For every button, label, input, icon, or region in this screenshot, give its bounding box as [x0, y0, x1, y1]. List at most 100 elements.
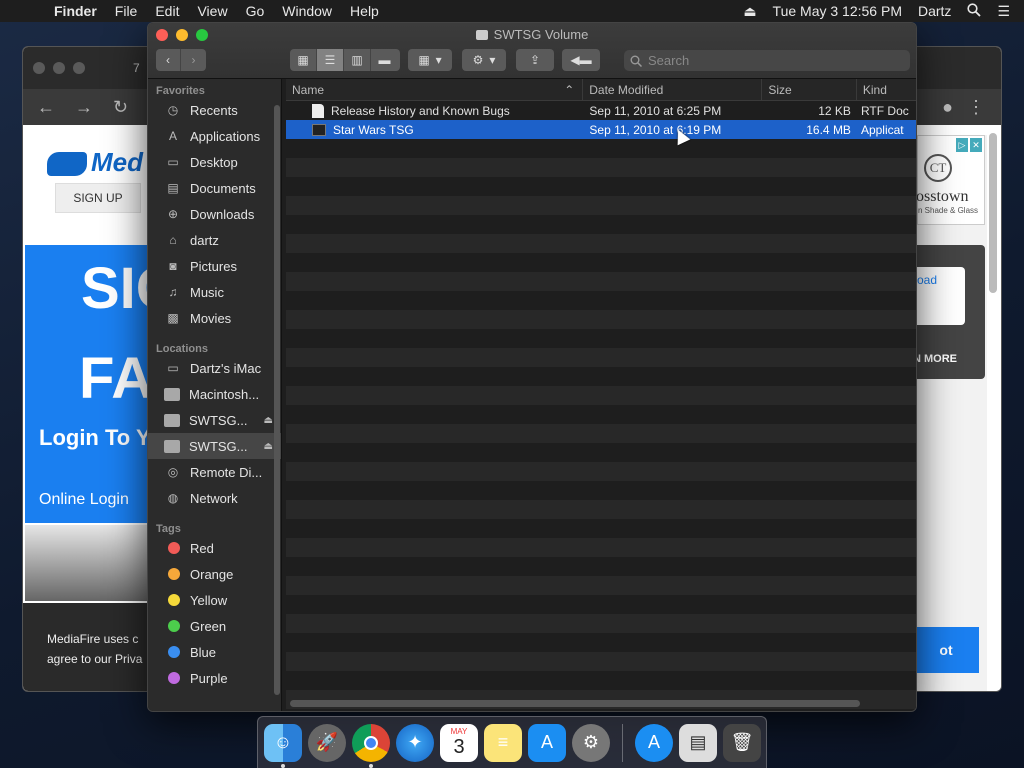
chrome-dock-icon[interactable]: [352, 723, 390, 768]
tag-dot-icon: [168, 646, 180, 658]
menu-app-finder[interactable]: Finder: [54, 3, 97, 19]
menu-view[interactable]: View: [197, 3, 227, 19]
empty-row: [286, 234, 916, 253]
sidebar-item-desktop[interactable]: ▭ Desktop: [148, 149, 281, 175]
file-row[interactable]: Release History and Known Bugs Sep 11, 2…: [286, 101, 916, 120]
learn-more-link[interactable]: N MORE: [913, 353, 957, 365]
download-link[interactable]: oad: [913, 267, 965, 325]
more-menu-icon[interactable]: ⋮: [967, 97, 985, 118]
group-by-button[interactable]: ▦ ▾: [408, 49, 452, 71]
app-store-dock-icon[interactable]: A: [528, 723, 566, 762]
trash-dock-icon[interactable]: 🗑: [723, 723, 761, 762]
menu-window[interactable]: Window: [282, 3, 332, 19]
tag-dot-icon: [168, 620, 180, 632]
calendar-day: 3: [453, 735, 465, 758]
column-date-modified[interactable]: Date Modified: [583, 79, 763, 101]
menu-go[interactable]: Go: [246, 3, 265, 19]
chevron-down-icon: ▾: [489, 53, 496, 67]
sidebar-item-music[interactable]: ♫ Music: [148, 279, 281, 305]
accept-button[interactable]: ot: [913, 627, 979, 673]
sidebar-item-swtsg-2[interactable]: SWTSG... ⏏: [148, 433, 281, 459]
sidebar-item-documents[interactable]: ▤ Documents: [148, 175, 281, 201]
sidebar-tag-green[interactable]: Green: [148, 613, 281, 639]
forward-arrow-icon[interactable]: →: [75, 97, 93, 118]
calendar-dock-icon[interactable]: MAY 3: [440, 723, 478, 762]
eject-icon[interactable]: ⏏: [264, 415, 273, 426]
sidebar-item-applications[interactable]: A Applications: [148, 123, 281, 149]
sidebar-item-macintosh-hd[interactable]: Macintosh...: [148, 381, 281, 407]
list-view-icon[interactable]: ☰: [317, 49, 344, 71]
search-input[interactable]: [648, 53, 888, 68]
system-preferences-dock-icon[interactable]: ⚙: [572, 723, 610, 762]
column-view-icon[interactable]: ▥: [344, 49, 371, 71]
ad-choices[interactable]: ▷ ✕: [956, 138, 982, 152]
menu-file[interactable]: File: [115, 3, 138, 19]
file-name: Star Wars TSG: [333, 122, 414, 137]
icon-view-icon[interactable]: ▦: [290, 49, 317, 71]
sidebar-item-home[interactable]: ⌂ dartz: [148, 227, 281, 253]
file-kind: Applicat: [860, 122, 904, 137]
sidebar-tag-red[interactable]: Red: [148, 535, 281, 561]
ad-info-icon[interactable]: ▷: [956, 138, 968, 152]
back-button[interactable]: ‹: [156, 49, 181, 71]
action-button[interactable]: ⚙ ▾: [462, 49, 506, 71]
cookie-notice: MediaFire uses c agree to our Priva: [23, 603, 163, 691]
browser-tab[interactable]: 7: [133, 61, 140, 75]
favorites-header: Favorites: [156, 85, 205, 97]
column-name[interactable]: Name ⌃: [286, 79, 584, 101]
notes-dock-icon[interactable]: ≡: [484, 723, 522, 762]
sidebar-item-recents[interactable]: ◷ Recents: [148, 97, 281, 123]
finder-dock-icon[interactable]: ☺: [264, 723, 302, 768]
advertisement[interactable]: ▷ ✕ CT osstown n Shade & Glass: [916, 135, 985, 225]
back-arrow-icon[interactable]: ←: [37, 97, 55, 118]
column-kind[interactable]: Kind: [857, 79, 916, 101]
sidebar-item-imac[interactable]: ▭ Dartz's iMac: [148, 355, 281, 381]
browser-maximize-button[interactable]: [73, 62, 85, 74]
sidebar-item-network[interactable]: ◍ Network: [148, 485, 281, 511]
column-size[interactable]: Size: [762, 79, 857, 101]
clock[interactable]: Tue May 3 12:56 PM: [773, 3, 902, 19]
sign-up-button[interactable]: SIGN UP: [55, 183, 141, 213]
sidebar-item-label: SWTSG...: [189, 412, 248, 428]
file-size: 16.4 MB: [806, 122, 851, 137]
sidebar-item-remote-disc[interactable]: ◎ Remote Di...: [148, 459, 281, 485]
sidebar-item-label: dartz: [190, 232, 219, 248]
launchpad-dock-icon[interactable]: 🚀: [308, 723, 346, 762]
search-field[interactable]: [624, 50, 910, 71]
gallery-view-icon[interactable]: ▬: [371, 49, 398, 71]
tag-button[interactable]: ◀▬: [562, 49, 600, 71]
disk-image-dock-icon[interactable]: ▤: [679, 723, 717, 762]
browser-close-button[interactable]: [33, 62, 45, 74]
spotlight-search-icon[interactable]: [967, 2, 982, 20]
share-button[interactable]: ⇪: [516, 49, 554, 71]
browser-scrollbar[interactable]: [989, 133, 997, 293]
profile-icon[interactable]: ●: [942, 97, 953, 118]
ad-close-icon[interactable]: ✕: [970, 138, 982, 152]
sidebar-item-movies[interactable]: ▩ Movies: [148, 305, 281, 331]
eject-menu-icon[interactable]: ⏏: [743, 3, 756, 20]
sidebar-item-downloads[interactable]: ⊕ Downloads: [148, 201, 281, 227]
sidebar-item-swtsg-1[interactable]: SWTSG... ⏏: [148, 407, 281, 433]
sidebar-tag-yellow[interactable]: Yellow: [148, 587, 281, 613]
forward-button[interactable]: ›: [181, 49, 206, 71]
horizontal-scrollbar[interactable]: [290, 700, 860, 707]
menu-edit[interactable]: Edit: [155, 3, 179, 19]
dock: ☺ 🚀 ✦ MAY 3 ≡ A ⚙ A ▤ 🗑: [257, 716, 767, 768]
browser-minimize-button[interactable]: [53, 62, 65, 74]
user-menu[interactable]: Dartz: [918, 3, 951, 19]
notification-center-icon[interactable]: ☰: [997, 3, 1010, 20]
safari-dock-icon[interactable]: ✦: [396, 723, 434, 762]
eject-icon[interactable]: ⏏: [264, 441, 273, 452]
menu-help[interactable]: Help: [350, 3, 379, 19]
sidebar-tag-purple[interactable]: Purple: [148, 665, 281, 691]
reload-icon[interactable]: ↻: [113, 97, 128, 118]
sidebar-scrollbar[interactable]: [274, 105, 280, 695]
sidebar-tag-orange[interactable]: Orange: [148, 561, 281, 587]
file-row-selected[interactable]: Star Wars TSG Sep 11, 2010 at 6:19 PM 16…: [286, 120, 916, 139]
app-store-folder-dock-icon[interactable]: A: [635, 723, 673, 762]
file-name: Release History and Known Bugs: [331, 103, 510, 118]
sidebar-item-pictures[interactable]: ◙ Pictures: [148, 253, 281, 279]
mediafire-logo[interactable]: Med: [47, 147, 143, 178]
empty-row: [286, 671, 916, 690]
sidebar-tag-blue[interactable]: Blue: [148, 639, 281, 665]
